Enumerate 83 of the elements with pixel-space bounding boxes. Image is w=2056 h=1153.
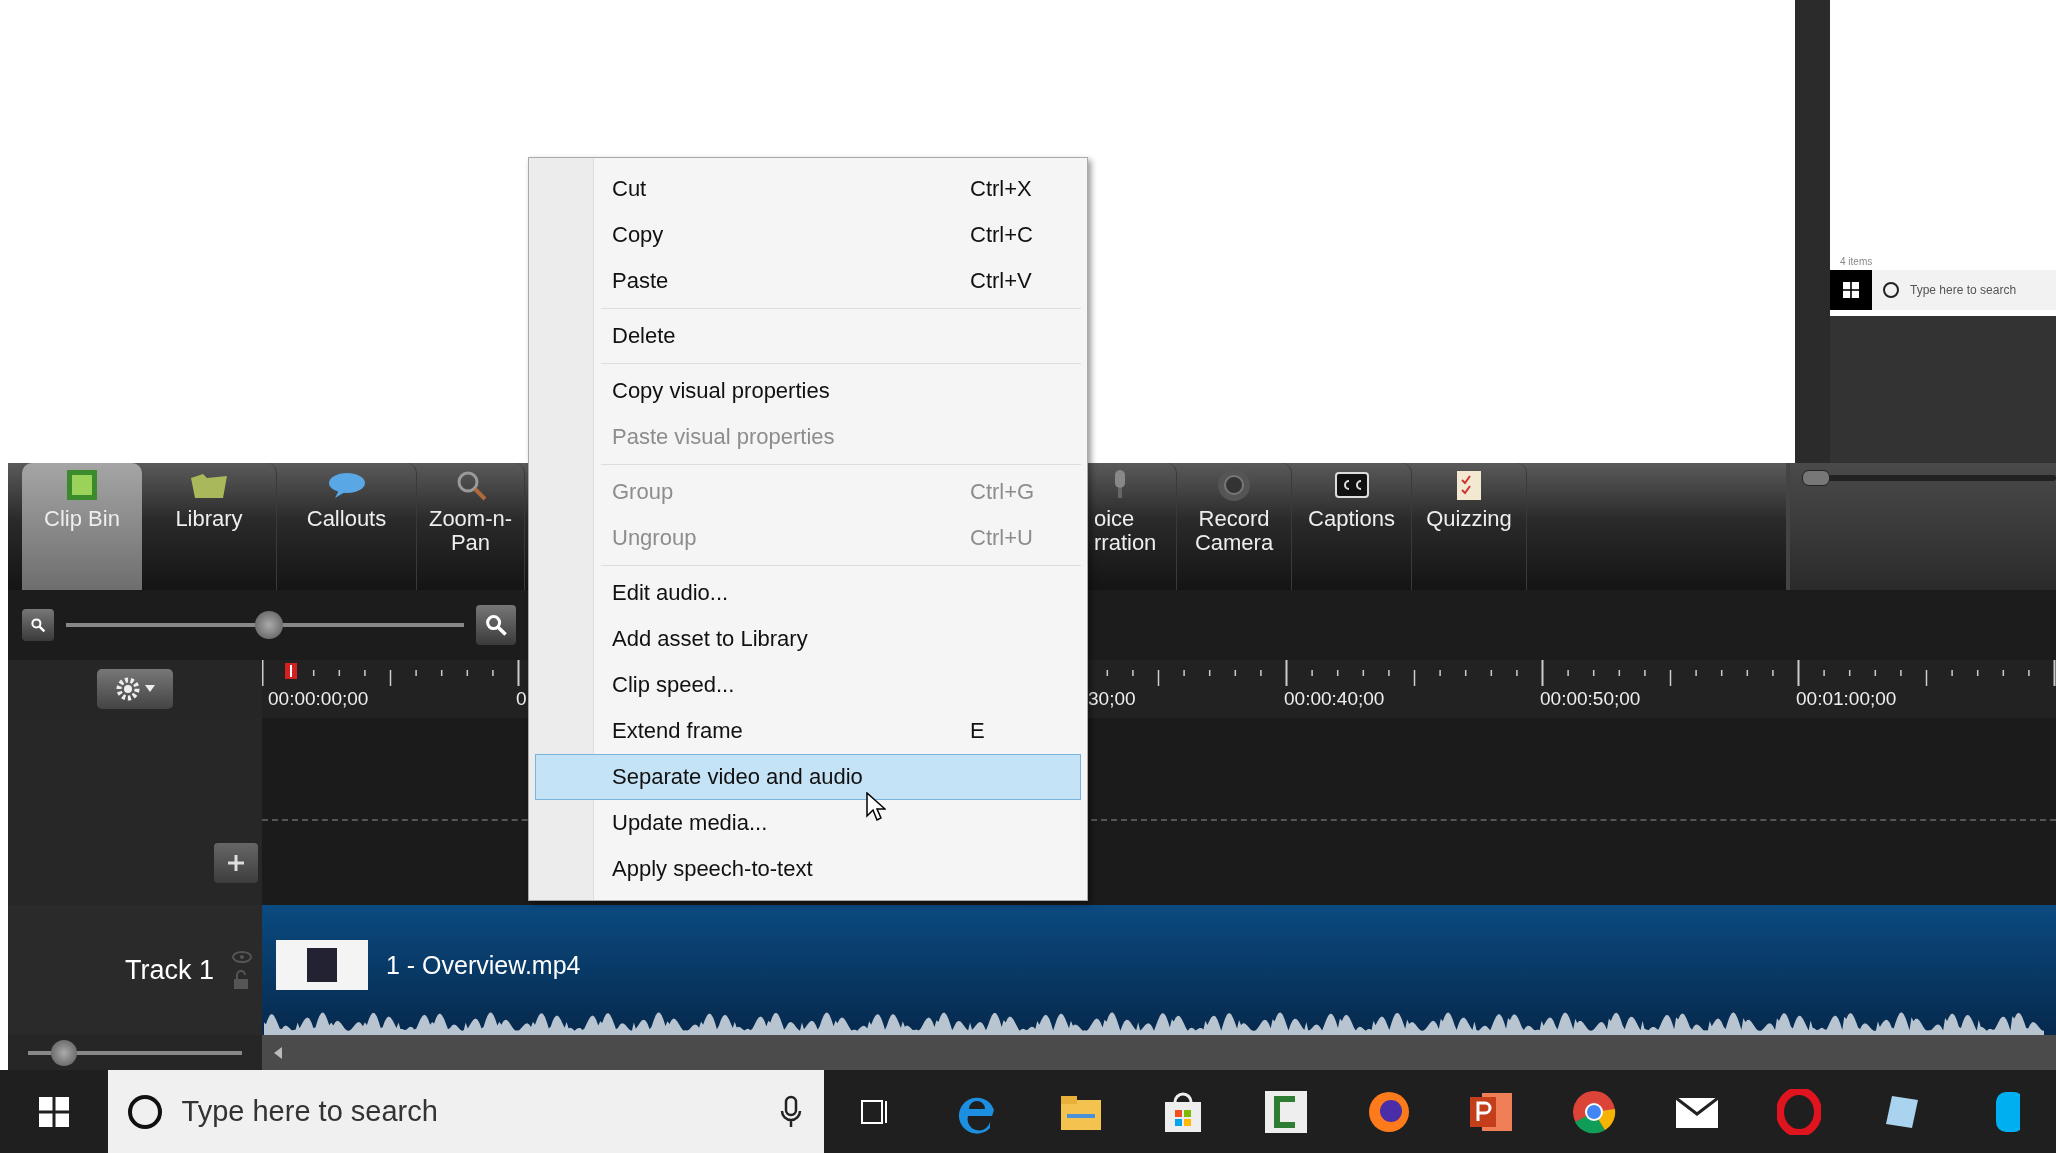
- circle-icon: [125, 1092, 164, 1131]
- menu-item-label: Group: [612, 479, 675, 505]
- menu-item-label: Copy: [612, 222, 665, 248]
- menu-item[interactable]: Edit audio...: [535, 570, 1081, 616]
- time-label: 0: [516, 688, 527, 710]
- speech-bubble-icon: [326, 470, 367, 500]
- mouse-pointer-icon: [866, 792, 886, 822]
- time-label: 00:01:00;00: [1796, 688, 1897, 710]
- menu-item-label: Update media...: [612, 810, 769, 836]
- tab-label: Quizzing: [1426, 507, 1512, 531]
- menu-item[interactable]: Apply speech-to-text: [535, 846, 1081, 892]
- time-label: 30;00: [1088, 688, 1136, 710]
- add-track-button[interactable]: [214, 843, 258, 883]
- menu-item[interactable]: Delete: [535, 313, 1081, 359]
- plus-icon: [227, 854, 245, 872]
- windows-logo-icon: [1843, 282, 1859, 298]
- menu-item[interactable]: Clip speed...: [535, 662, 1081, 708]
- shortcut-text: Ctrl+X: [970, 176, 1033, 202]
- windows-logo-icon: [38, 1096, 69, 1127]
- gear-icon: [115, 676, 141, 702]
- menu-item[interactable]: Extend frame E: [535, 708, 1081, 754]
- slider-thumb[interactable]: [1802, 470, 1830, 486]
- tab-label: oice: [1094, 507, 1135, 531]
- caret-icon: [145, 685, 155, 693]
- tab-label: Record: [1198, 507, 1270, 531]
- menu-item[interactable]: Add asset to Library: [535, 616, 1081, 662]
- menu-item[interactable]: Cut Ctrl+X: [535, 166, 1081, 212]
- search-field[interactable]: Type here to search: [107, 1070, 825, 1153]
- time-label: 00:00:50;00: [1540, 688, 1641, 710]
- tab-label: Callouts: [306, 507, 387, 531]
- c-letter-icon: [1263, 1088, 1310, 1135]
- slider-thumb[interactable]: [50, 1039, 77, 1066]
- round-browser-icon: [1571, 1088, 1618, 1135]
- menu-item-label: Delete: [612, 323, 677, 349]
- tab-label: Pan: [450, 531, 491, 555]
- shortcut-text: Ctrl+G: [970, 479, 1036, 505]
- menu-item-label: Add asset to Library: [612, 626, 809, 652]
- shortcut-text: Ctrl+U: [970, 525, 1034, 551]
- clip-name: 1 - Overview.mp4: [386, 950, 581, 980]
- menu-item-label: Paste visual properties: [612, 424, 836, 450]
- menu-item[interactable]: Separate video and audio: [535, 754, 1081, 800]
- playhead-icon[interactable]: [284, 662, 298, 680]
- menu-item-label: Clip speed...: [612, 672, 736, 698]
- menu-item-label: Separate video and audio: [612, 764, 864, 790]
- shortcut-text: E: [970, 718, 986, 744]
- tab-label: rration: [1094, 531, 1157, 555]
- menu-item-label: Extend frame: [612, 718, 744, 744]
- settings-button[interactable]: [97, 669, 173, 709]
- preview-search-text: Type here to search: [1910, 283, 2017, 297]
- menu-item-label: Apply speech-to-text: [612, 856, 814, 882]
- menu-item-label: Edit audio...: [612, 580, 730, 606]
- circle-icon: [1882, 281, 1900, 299]
- cc-icon: [1334, 472, 1369, 498]
- menu-item[interactable]: Update media...: [535, 800, 1081, 846]
- shortcut-text: Ctrl+V: [970, 268, 1033, 294]
- shortcut-text: Ctrl+C: [970, 222, 1034, 248]
- tab-label: Camera: [1194, 531, 1274, 555]
- menu-item-label: Paste: [612, 268, 670, 294]
- search-icon: [484, 613, 508, 637]
- menu-item-label: Ungroup: [612, 525, 698, 551]
- menu-item[interactable]: Copy Ctrl+C: [535, 212, 1081, 258]
- menu-item-label: Copy visual properties: [612, 378, 831, 404]
- slider-thumb[interactable]: [254, 611, 283, 639]
- preview-caption: 4 items: [1840, 256, 1874, 267]
- microphone-icon[interactable]: [780, 1094, 803, 1129]
- tab-label: Library: [175, 507, 243, 531]
- tab-label: Captions: [1308, 507, 1395, 531]
- left-arrow-icon[interactable]: [274, 1046, 282, 1059]
- media-clip[interactable]: 1 - Overview.mp4: [262, 905, 2056, 1035]
- menu-item-label: Cut: [612, 176, 648, 202]
- menu-item[interactable]: Copy visual properties: [535, 368, 1081, 414]
- time-label: 00:00:00;00: [268, 688, 369, 710]
- menu-item[interactable]: Paste Ctrl+V: [535, 258, 1081, 304]
- search-icon: [30, 617, 46, 633]
- horizontal-scrollbar[interactable]: [262, 1035, 2056, 1070]
- quiz-sheet-icon: [1454, 468, 1484, 502]
- time-label: 00:00:40;00: [1284, 688, 1385, 710]
- ring-icon: [1777, 1088, 1822, 1135]
- tab-label: Zoom-n-: [428, 507, 513, 531]
- track-name: Track 1: [125, 954, 214, 986]
- zoom-out-button[interactable]: [22, 609, 54, 641]
- tab-label: Clip Bin: [44, 507, 120, 531]
- zoom-in-button[interactable]: [476, 605, 516, 645]
